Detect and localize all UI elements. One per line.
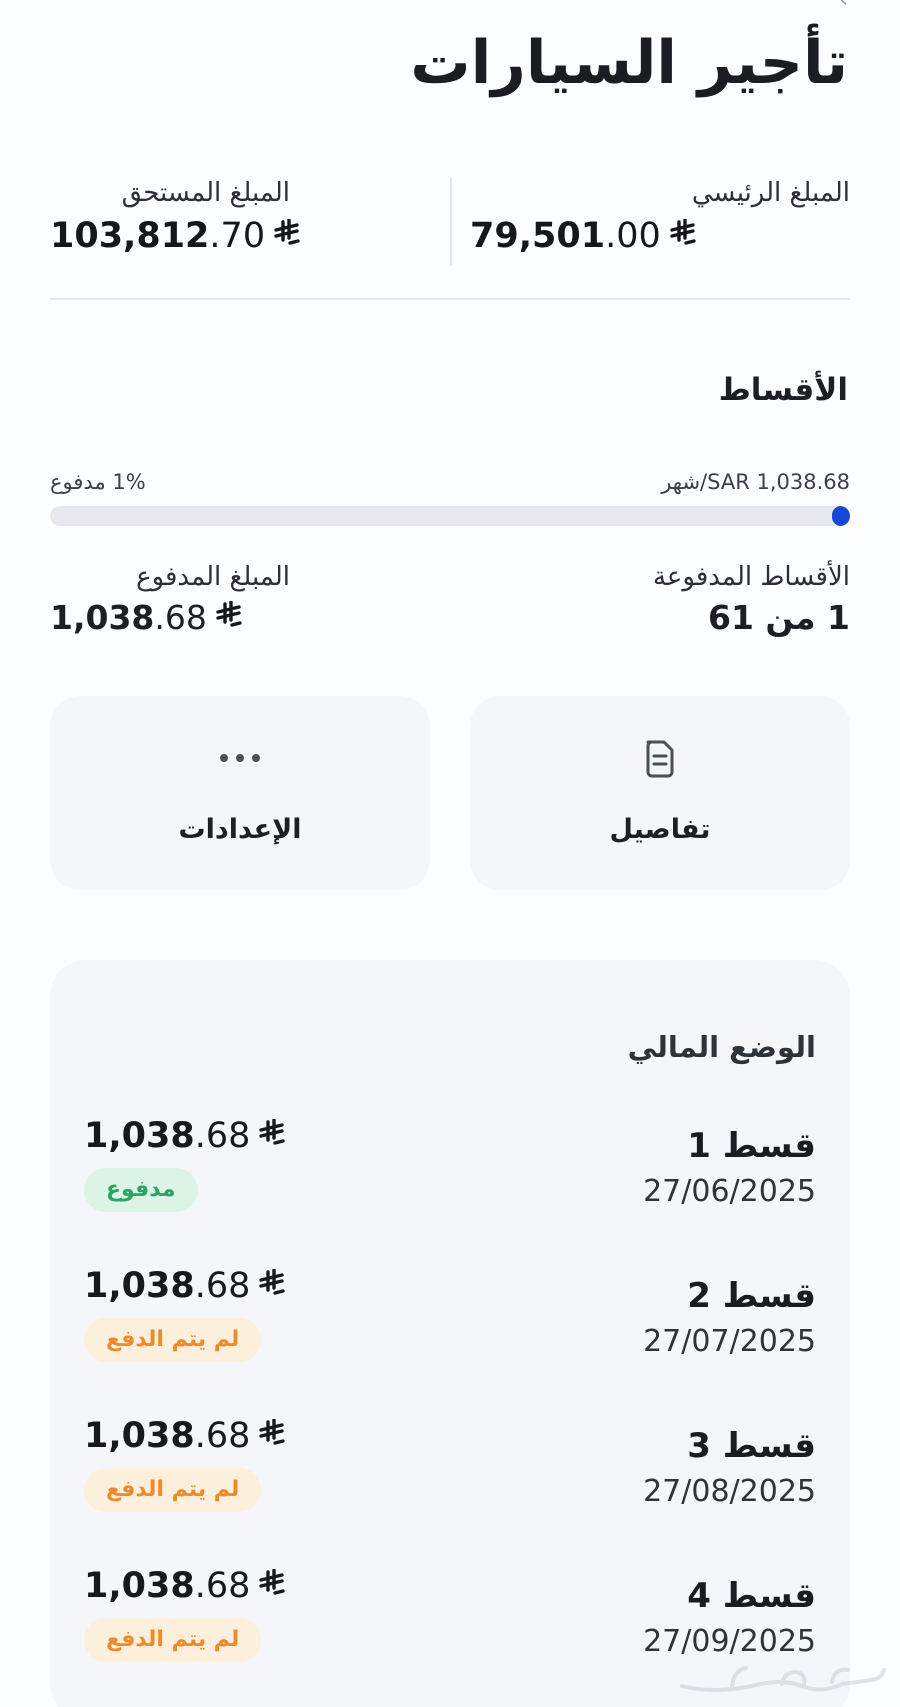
installment-name: قسط 4	[687, 1576, 816, 1616]
payment-stats: الأقساط المدفوعة 1 من 61 المبلغ المدفوع …	[50, 562, 850, 642]
principal-amount-value: 79,501.00	[470, 216, 850, 256]
settings-label: الإعدادات	[178, 814, 302, 845]
riyal-symbol-icon	[669, 219, 697, 247]
progress-labels: SAR 1,038.68/شهر 1% مدفوع	[50, 470, 850, 496]
payment-progress-fill	[832, 506, 850, 526]
due-amount-block: المبلغ المستحق 103,812.70	[50, 178, 300, 256]
page-title: تأجير السيارات	[410, 28, 849, 98]
details-label: تفاصيل	[609, 814, 711, 845]
installment-date: 27/06/2025	[643, 1174, 816, 1209]
amount-summary: المبلغ الرئيسي 79,501.00 المبلغ المستحق …	[50, 178, 850, 268]
paid-installments-value: 1 من 61	[707, 598, 850, 637]
riyal-symbol-icon	[215, 601, 243, 629]
status-badge-unpaid: لم يتم الدفع	[84, 1618, 262, 1662]
paid-amount-value: 1,038.68	[50, 598, 290, 637]
payment-progress-bar	[50, 506, 850, 526]
watermark-logo	[672, 1656, 892, 1700]
riyal-symbol-icon	[258, 1419, 286, 1447]
installment-date: 27/09/2025	[643, 1624, 816, 1659]
installment-date: 27/07/2025	[643, 1324, 816, 1359]
financial-status-panel: الوضع المالي قسط 1 27/06/2025 1,038.68 م…	[50, 960, 850, 1707]
installment-name: قسط 1	[687, 1126, 816, 1166]
paid-installments-label: الأقساط المدفوعة	[652, 562, 850, 592]
summary-divider	[450, 178, 452, 266]
document-icon	[638, 736, 682, 780]
installments-title: الأقساط	[718, 372, 848, 408]
installment-name: قسط 2	[687, 1276, 816, 1316]
installment-amount: 1,038.68	[84, 1266, 286, 1306]
riyal-symbol-icon	[273, 219, 301, 247]
details-button[interactable]: تفاصيل	[470, 696, 850, 890]
installment-row[interactable]: قسط 3 27/08/2025 1,038.68 لم يتم الدفع	[84, 1416, 816, 1546]
installment-date: 27/08/2025	[643, 1474, 816, 1509]
settings-button[interactable]: الإعدادات	[50, 696, 430, 890]
riyal-symbol-icon	[258, 1119, 286, 1147]
status-badge-unpaid: لم يتم الدفع	[84, 1318, 262, 1362]
due-amount-value: 103,812.70	[50, 216, 300, 256]
riyal-symbol-icon	[258, 1269, 286, 1297]
installment-amount: 1,038.68	[84, 1116, 286, 1156]
status-badge-paid: مدفوع	[84, 1168, 198, 1212]
installment-row[interactable]: قسط 1 27/06/2025 1,038.68 مدفوع	[84, 1116, 816, 1246]
status-badge-unpaid: لم يتم الدفع	[84, 1468, 262, 1512]
installment-name: قسط 3	[687, 1426, 816, 1466]
principal-amount-block: المبلغ الرئيسي 79,501.00	[470, 178, 850, 256]
car-rental-installments-screen: › تأجير السيارات المبلغ الرئيسي 79,501.0…	[0, 0, 900, 1707]
installment-row[interactable]: قسط 2 27/07/2025 1,038.68 لم يتم الدفع	[84, 1266, 816, 1396]
more-dots-icon	[218, 736, 262, 780]
paid-amount-block: المبلغ المدفوع 1,038.68	[50, 562, 290, 637]
financial-status-title: الوضع المالي	[627, 1030, 816, 1064]
back-chevron-icon[interactable]: ›	[830, 0, 848, 12]
paid-installments-block: الأقساط المدفوعة 1 من 61	[653, 562, 850, 637]
monthly-payment-text: SAR 1,038.68/شهر	[661, 470, 850, 494]
paid-amount-label: المبلغ المدفوع	[136, 562, 290, 592]
installment-amount: 1,038.68	[84, 1566, 286, 1606]
section-divider	[50, 298, 850, 300]
due-amount-label: المبلغ المستحق	[121, 178, 290, 208]
riyal-symbol-icon	[258, 1569, 286, 1597]
installment-amount: 1,038.68	[84, 1416, 286, 1456]
paid-percent-text: 1% مدفوع	[50, 470, 146, 494]
principal-amount-label: المبلغ الرئيسي	[691, 178, 850, 208]
